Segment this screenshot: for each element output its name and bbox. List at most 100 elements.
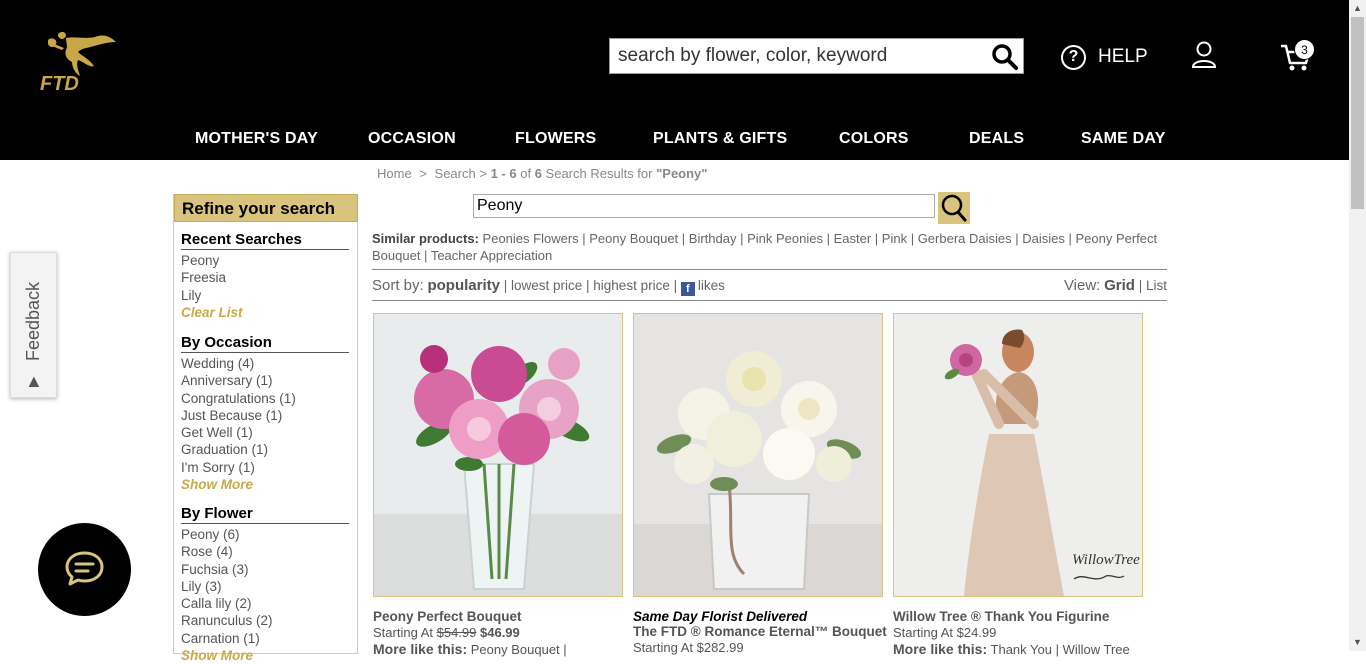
more-like-this: More like this: Peony Bouquet |: [373, 641, 623, 657]
clear-list-link[interactable]: Clear List: [181, 304, 349, 321]
breadcrumb-search[interactable]: Search: [435, 166, 476, 181]
nav-plants-gifts[interactable]: PLANTS & GIFTS: [653, 130, 787, 148]
ftd-logo[interactable]: FTD: [36, 26, 120, 96]
flower-item[interactable]: Fuchsia (3): [181, 561, 349, 578]
header-search-input[interactable]: [618, 45, 988, 67]
svg-text:FTD: FTD: [40, 73, 79, 95]
product-image[interactable]: [373, 313, 623, 597]
similar-link[interactable]: Peony Bouquet: [589, 231, 678, 246]
cart-count-badge: 3: [1294, 39, 1315, 60]
similar-link[interactable]: Daisies: [1022, 231, 1065, 246]
nav-occasion[interactable]: OCCASION: [368, 130, 456, 148]
more-like-this-label: More like this:: [373, 641, 468, 657]
occasion-item[interactable]: Graduation (1): [181, 441, 349, 458]
flower-item[interactable]: Carnation (1): [181, 630, 349, 647]
account-icon[interactable]: [1191, 41, 1217, 69]
feedback-arrow-icon: ▲: [25, 371, 43, 391]
chat-bubble-icon: [65, 551, 104, 586]
product-price: Starting At $282.99: [633, 639, 883, 656]
nav-mothers-day[interactable]: MOTHER'S DAY: [195, 130, 318, 148]
recent-search-item[interactable]: Lily: [181, 287, 349, 304]
breadcrumb: Home > Search > 1 - 6 of 6 Search Result…: [377, 166, 707, 181]
occasion-item[interactable]: Just Because (1): [181, 407, 349, 424]
occasion-item[interactable]: Wedding (4): [181, 355, 349, 372]
similar-link[interactable]: Birthday: [689, 231, 737, 246]
breadcrumb-separator: >: [419, 166, 427, 181]
price-prefix: Starting At: [373, 625, 433, 640]
more-like-this-link[interactable]: Peony Bouquet |: [471, 642, 567, 657]
product-name[interactable]: Peony Perfect Bouquet: [373, 609, 623, 624]
occasion-item[interactable]: Get Well (1): [181, 424, 349, 441]
main-search-button[interactable]: [938, 192, 970, 224]
breadcrumb-separator: >: [479, 166, 487, 181]
feedback-tab[interactable]: Feedback ▲: [10, 252, 57, 398]
product-name[interactable]: Willow Tree ® Thank You Figurine: [893, 609, 1143, 624]
product-card[interactable]: Peony Perfect Bouquet Starting At $54.99…: [373, 313, 623, 657]
breadcrumb-query: "Peony": [656, 166, 708, 181]
sort-highest-price[interactable]: highest price: [593, 278, 670, 293]
sort-lowest-price[interactable]: lowest price: [511, 278, 582, 293]
header-search-box: [609, 38, 1024, 74]
main-search-input[interactable]: [474, 195, 934, 217]
refine-title: Refine your search: [174, 194, 358, 222]
main-nav: MOTHER'S DAY OCCASION FLOWERS PLANTS & G…: [0, 130, 1349, 154]
product-tag: Same Day Florist Delivered: [633, 609, 808, 624]
nav-flowers[interactable]: FLOWERS: [515, 130, 596, 148]
main-search-box: [473, 194, 935, 218]
price-prefix: Starting At: [633, 640, 693, 655]
view-label: View:: [1063, 277, 1101, 294]
show-more-flower-link[interactable]: Show More: [181, 647, 349, 664]
similar-link[interactable]: Gerbera Daisies: [918, 231, 1012, 246]
sort-likes[interactable]: likes: [698, 278, 725, 293]
product-card[interactable]: WillowTree Willow Tree ® Thank You Figur…: [893, 313, 1143, 657]
breadcrumb-of: of: [520, 166, 532, 181]
old-price: $54.99: [436, 625, 477, 640]
similar-link[interactable]: Easter: [834, 231, 872, 246]
scroll-down-arrow-icon[interactable]: ▼: [1349, 634, 1366, 651]
show-more-occasion-link[interactable]: Show More: [181, 476, 349, 493]
occasion-item[interactable]: I'm Sorry (1): [181, 459, 349, 476]
scroll-thumb[interactable]: [1351, 17, 1364, 209]
similar-label: Similar products:: [372, 231, 479, 246]
flower-item[interactable]: Rose (4): [181, 543, 349, 560]
similar-link[interactable]: Peonies Flowers: [483, 231, 579, 246]
view-grid[interactable]: Grid: [1104, 277, 1135, 294]
search-icon: [941, 194, 967, 222]
product-name[interactable]: The FTD ® Romance Eternal™ Bouquet: [633, 624, 887, 639]
facebook-icon: f: [680, 282, 695, 296]
product-image[interactable]: WillowTree: [893, 313, 1143, 597]
product-card[interactable]: Same Day Florist Delivered The FTD ® Rom…: [633, 313, 887, 656]
page-scrollbar[interactable]: ▲ ▼: [1349, 0, 1366, 651]
nav-same-day[interactable]: SAME DAY: [1081, 130, 1166, 148]
chat-button[interactable]: [38, 523, 131, 616]
flower-item[interactable]: Calla lily (2): [181, 595, 349, 612]
more-like-this-label: More like this:: [893, 641, 988, 657]
sort-popularity[interactable]: popularity: [427, 277, 500, 294]
nav-colors[interactable]: COLORS: [839, 130, 909, 148]
sale-price: $46.99: [480, 625, 520, 640]
occasion-item[interactable]: Congratulations (1): [181, 390, 349, 407]
view-list[interactable]: List: [1146, 278, 1167, 293]
flower-item[interactable]: Ranunculus (2): [181, 612, 349, 629]
search-icon[interactable]: [991, 43, 1019, 71]
more-like-this-link[interactable]: Thank You | Willow Tree: [991, 642, 1130, 657]
breadcrumb-home[interactable]: Home: [377, 166, 412, 181]
similar-link[interactable]: Pink Peonies: [747, 231, 823, 246]
recent-search-item[interactable]: Peony: [181, 252, 349, 269]
refine-sidebar: Refine your search Recent Searches Peony…: [173, 194, 358, 663]
svg-text:WillowTree: WillowTree: [1072, 552, 1140, 568]
site-header: FTD ? HELP 3 MOTHER'S DAY OCCASION F: [0, 0, 1349, 160]
flower-item[interactable]: Lily (3): [181, 578, 349, 595]
facet-title: By Flower: [181, 505, 349, 524]
product-image[interactable]: [633, 313, 883, 597]
recent-search-item[interactable]: Freesia: [181, 269, 349, 286]
sort-label: Sort by:: [372, 277, 424, 294]
help-link[interactable]: ? HELP: [1061, 44, 1148, 70]
flower-item[interactable]: Peony (6): [181, 526, 349, 543]
breadcrumb-total: 6: [534, 166, 542, 181]
scroll-up-arrow-icon[interactable]: ▲: [1349, 0, 1366, 17]
similar-link[interactable]: Teacher Appreciation: [431, 248, 552, 263]
occasion-item[interactable]: Anniversary (1): [181, 372, 349, 389]
similar-link[interactable]: Pink: [882, 231, 907, 246]
nav-deals[interactable]: DEALS: [969, 130, 1024, 148]
